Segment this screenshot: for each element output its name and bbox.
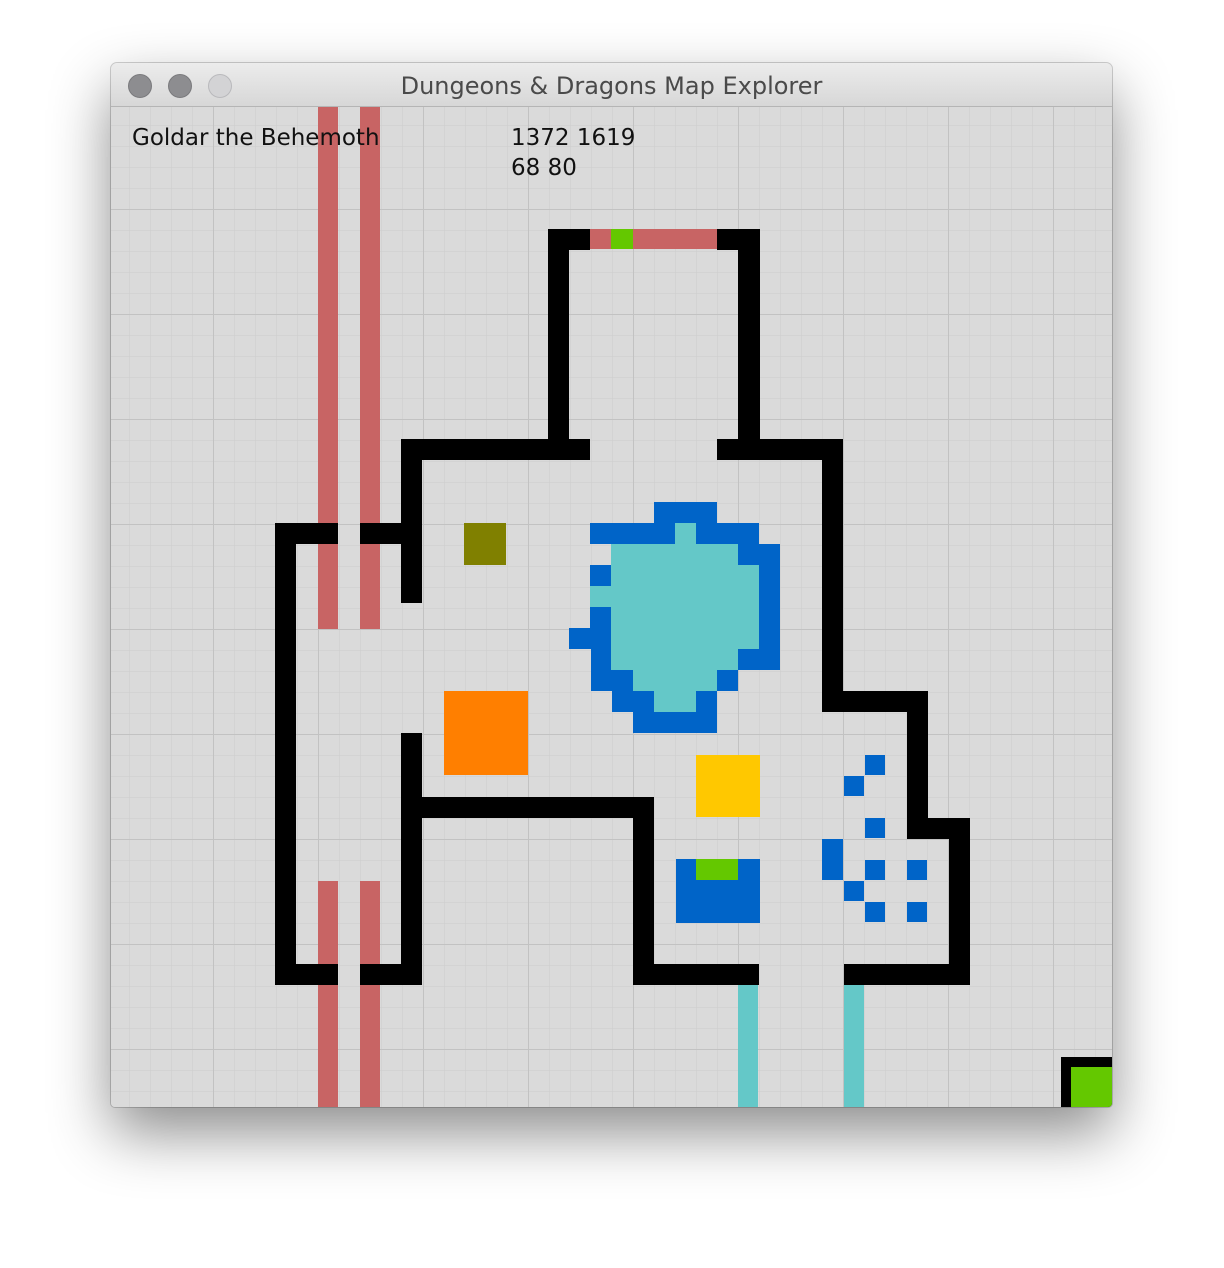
blue-tile: [844, 881, 864, 901]
wall: [401, 439, 590, 460]
cyan-passage-right: [844, 982, 864, 1107]
character-name: Goldar the Behemoth: [132, 125, 380, 151]
wall: [548, 229, 569, 439]
blue-tile: [822, 839, 843, 880]
wall: [275, 523, 296, 985]
wall: [822, 439, 843, 712]
olive-object[interactable]: [464, 523, 506, 565]
wall: [275, 964, 338, 985]
map-canvas[interactable]: [111, 107, 1112, 1107]
red-passage-right-lower: [360, 881, 380, 1107]
wall: [907, 691, 928, 839]
green-marker-door[interactable]: [611, 229, 633, 249]
wall: [738, 229, 760, 439]
blue-tile: [865, 860, 885, 880]
wall: [401, 439, 422, 603]
world-coordinates: 1372 1619: [511, 125, 636, 151]
blue-tile: [907, 860, 927, 880]
wall: [401, 797, 654, 818]
blue-tile: [865, 902, 885, 922]
green-marker-corner[interactable]: [1071, 1067, 1112, 1107]
red-passage-left-lower: [318, 881, 338, 1107]
gold-object[interactable]: [696, 755, 760, 817]
blue-tile: [844, 776, 864, 796]
red-passage-right-upper: [360, 107, 380, 629]
red-passage-left-upper: [318, 107, 338, 629]
wall: [633, 797, 654, 985]
cyan-passage-left: [738, 982, 758, 1107]
green-marker-chest[interactable]: [696, 859, 738, 880]
title-bar[interactable]: Dungeons & Dragons Map Explorer: [111, 63, 1112, 107]
dungeon-map[interactable]: Goldar the Behemoth 1372 1619 68 80: [111, 107, 1112, 1107]
app-window: Dungeons & Dragons Map Explorer Goldar t…: [111, 63, 1112, 1107]
wall: [401, 733, 422, 985]
wall: [949, 818, 970, 985]
wall: [360, 523, 422, 544]
grid-coordinates: 68 80: [511, 155, 577, 181]
red-door-top: [590, 229, 717, 249]
blue-tile: [865, 755, 885, 775]
blue-tile: [865, 818, 885, 838]
blue-tile: [907, 902, 927, 922]
window-title: Dungeons & Dragons Map Explorer: [400, 72, 823, 100]
orange-object[interactable]: [444, 691, 528, 775]
wall: [844, 964, 970, 985]
wall: [633, 964, 759, 985]
